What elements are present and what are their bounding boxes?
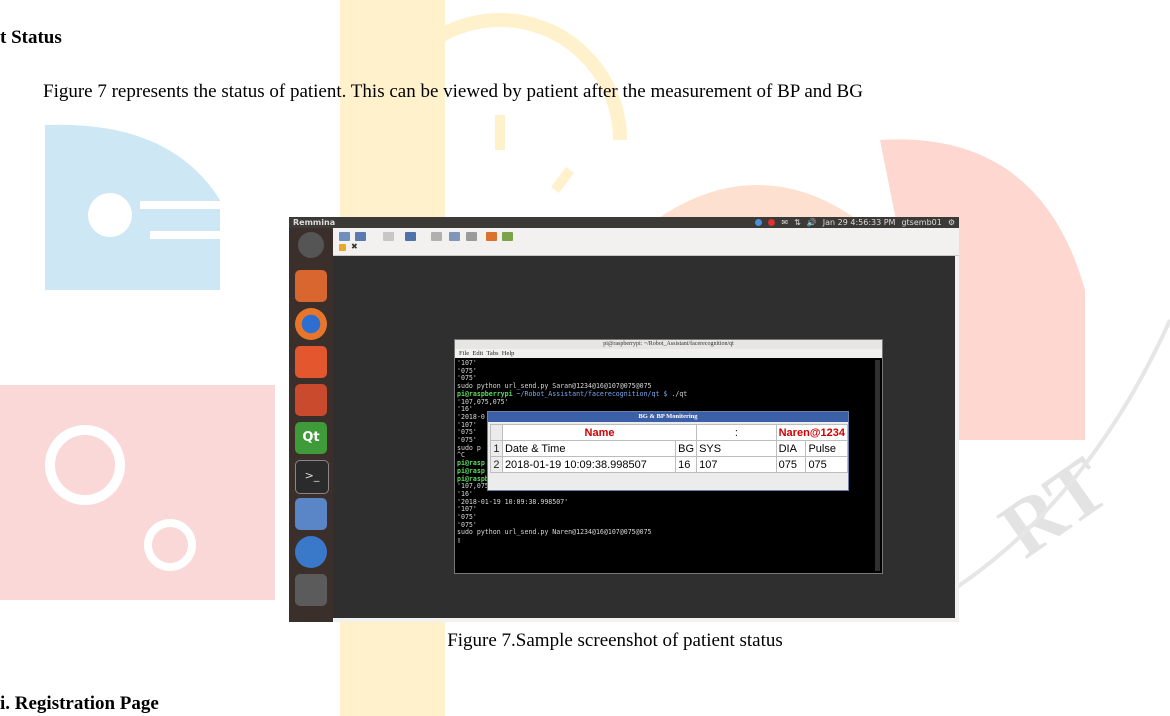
launcher: Qt >_ [289,228,333,622]
remmina-toolbar: ✖ [333,228,959,256]
system-tray: ✉ ⇅ 🔊 Jan 29 4:56:33 PM gtsemb01 ⚙ [755,217,955,228]
term-line: '107,075,075' [457,397,509,406]
menu-edit[interactable]: Edit [472,350,483,357]
monitor-title: BG & BP Monitering [488,412,848,422]
next-section-heading: i. Registration Page [0,693,159,714]
cell-bg: 16 [675,456,698,473]
fullscreen-icon[interactable] [339,232,350,241]
table-row[interactable]: 1 Date & Time BG SYS DIA Pulse [490,440,848,457]
name-label: Name [501,424,698,441]
app-name: Remmina [293,218,336,227]
tools-icon[interactable] [449,232,460,241]
cell-sys: 107 [696,456,777,473]
menu-file[interactable]: File [459,350,469,357]
network-icon[interactable] [755,219,763,226]
terminal-icon[interactable]: >_ [295,460,329,494]
close-icon[interactable]: ✖ [351,242,358,251]
files-icon[interactable] [295,270,327,302]
user-name[interactable]: gtsemb01 [901,217,941,228]
menu-help[interactable]: Help [502,350,515,357]
monitor-table: Name : Naren@1234 1 Date & Time BG SYS D… [490,424,849,473]
term-cursor: ▯ [457,536,461,545]
window-border-right [955,256,959,622]
header-pulse: Pulse [805,440,848,457]
keyboard-icon[interactable] [431,232,442,241]
software-center-icon[interactable] [295,346,327,378]
terminal-title: pi@raspberrypi: ~/Robot_Assistant/facere… [455,340,882,349]
gear-icon[interactable]: ⚙ [948,217,955,228]
section-heading: t Status [0,27,62,48]
top-panel: Remmina ✉ ⇅ 🔊 Jan 29 4:56:33 PM gtsemb01… [289,217,959,228]
svg-text:RT: RT [985,441,1124,575]
name-colon: : [696,424,777,441]
prompt-cmd: ./qt [671,389,688,398]
prompt-user: pi@raspberrypi [457,389,513,398]
sync-icon[interactable]: ⇅ [794,217,801,228]
menu-tabs[interactable]: Tabs [486,350,498,357]
row-header-blank [490,424,503,441]
quality-icon[interactable] [405,232,416,241]
workspace-icon[interactable] [295,574,327,606]
cell-date-time: 2018-01-19 10:09:38.998507 [501,456,677,473]
volume-icon[interactable]: 🔊 [807,217,817,228]
dash-icon[interactable] [298,232,324,258]
minimize-icon[interactable] [486,232,497,241]
settings-icon[interactable] [295,384,327,416]
header-date-time: Date & Time [501,440,677,457]
name-value: Naren@1234 [775,424,849,441]
cell-pulse: 075 [805,456,848,473]
term-line: '2018-01-19 10:09:38.998507' [457,497,569,506]
terminal-menubar: File Edit Tabs Help [455,349,882,358]
app-icon[interactable] [295,536,327,568]
term-line: sudo python url_send.py Naren@1234@16@10… [457,528,652,537]
remote-desktop-icon[interactable] [295,498,327,530]
table-row[interactable]: 2 2018-01-19 10:09:38.998507 16 107 075 … [490,456,848,473]
fit-icon[interactable] [355,232,366,241]
term-line: '075' [457,513,477,522]
term-prompt: pi@raspberrypi ~/Robot_Assistant/facerec… [457,389,873,399]
qt-icon[interactable]: Qt [295,422,327,454]
firefox-icon[interactable] [295,308,327,340]
figure-caption: Figure 7.Sample screenshot of patient st… [447,630,783,651]
clock[interactable]: Jan 29 4:56:33 PM [823,217,896,228]
body-paragraph: Figure 7 represents the status of patien… [43,81,863,102]
header-sys: SYS [696,440,777,457]
screenshot-icon[interactable] [466,232,477,241]
header-dia: DIA [775,440,807,457]
row-number: 2 [490,456,503,473]
term-line: '107' [457,360,477,367]
tab-icon[interactable] [339,244,346,251]
cell-dia: 075 [775,456,807,473]
name-row: Name : Naren@1234 [490,424,849,441]
term-line: '075' [457,366,477,375]
header-bg: BG [675,440,698,457]
scale-icon[interactable] [383,232,394,241]
bg-bp-monitor-window[interactable]: BG & BP Monitering Name : Naren@1234 1 D… [487,411,849,491]
term-line: '107' [457,505,477,514]
stop-icon[interactable] [768,219,776,226]
terminal-scrollbar[interactable] [875,360,880,571]
row-number: 1 [490,440,503,457]
window-border-bottom [333,618,959,622]
prompt-path: ~/Robot_Assistant/facerecognition/qt $ [512,389,672,398]
mail-icon[interactable]: ✉ [781,217,788,228]
disconnect-icon[interactable] [502,232,513,241]
